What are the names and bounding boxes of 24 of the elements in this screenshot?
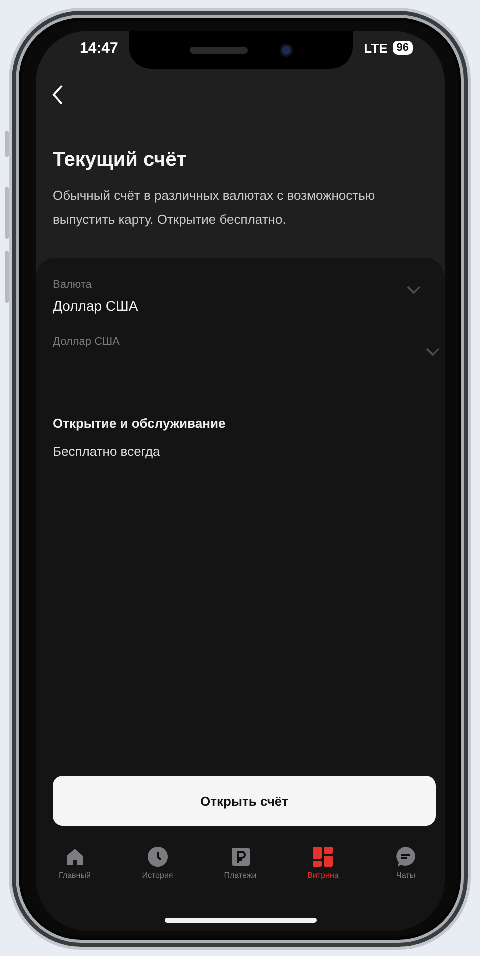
clock-icon	[146, 846, 169, 868]
tab-bar-item[interactable]: Платежи	[210, 846, 272, 896]
ruble-icon	[230, 846, 252, 868]
tab-bar-item[interactable]: Главный	[44, 846, 106, 896]
currency-select[interactable]: Доллар США	[36, 324, 445, 360]
open-account-button[interactable]: Открыть счёт	[53, 776, 436, 826]
info-text: Бесплатно всегда	[53, 444, 162, 459]
chevron-down-icon	[407, 286, 421, 294]
speaker	[190, 46, 248, 54]
tab-bar-item[interactable]: Чаты	[375, 846, 437, 896]
chat-icon	[395, 846, 417, 868]
battery-level: 96	[392, 41, 413, 55]
home-icon	[64, 846, 86, 868]
page-title: Текущий счёт	[53, 149, 188, 172]
network-label: LTE	[364, 40, 388, 56]
currency-select[interactable]: Валюта Доллар США	[36, 278, 445, 314]
page-description: Обычный счёт в различных валютах с возможностью выпустить карту. Открытие бесплатно.	[53, 187, 376, 229]
tab-bar-item[interactable]: Витрина	[292, 846, 354, 896]
status-time: 14:47	[80, 40, 118, 56]
info-title: Открытие и обслуживание	[53, 416, 227, 431]
grid-icon	[312, 846, 334, 868]
camera	[282, 46, 291, 54]
chevron-down-icon	[426, 348, 440, 356]
tab-bar-item[interactable]: История	[126, 846, 189, 896]
